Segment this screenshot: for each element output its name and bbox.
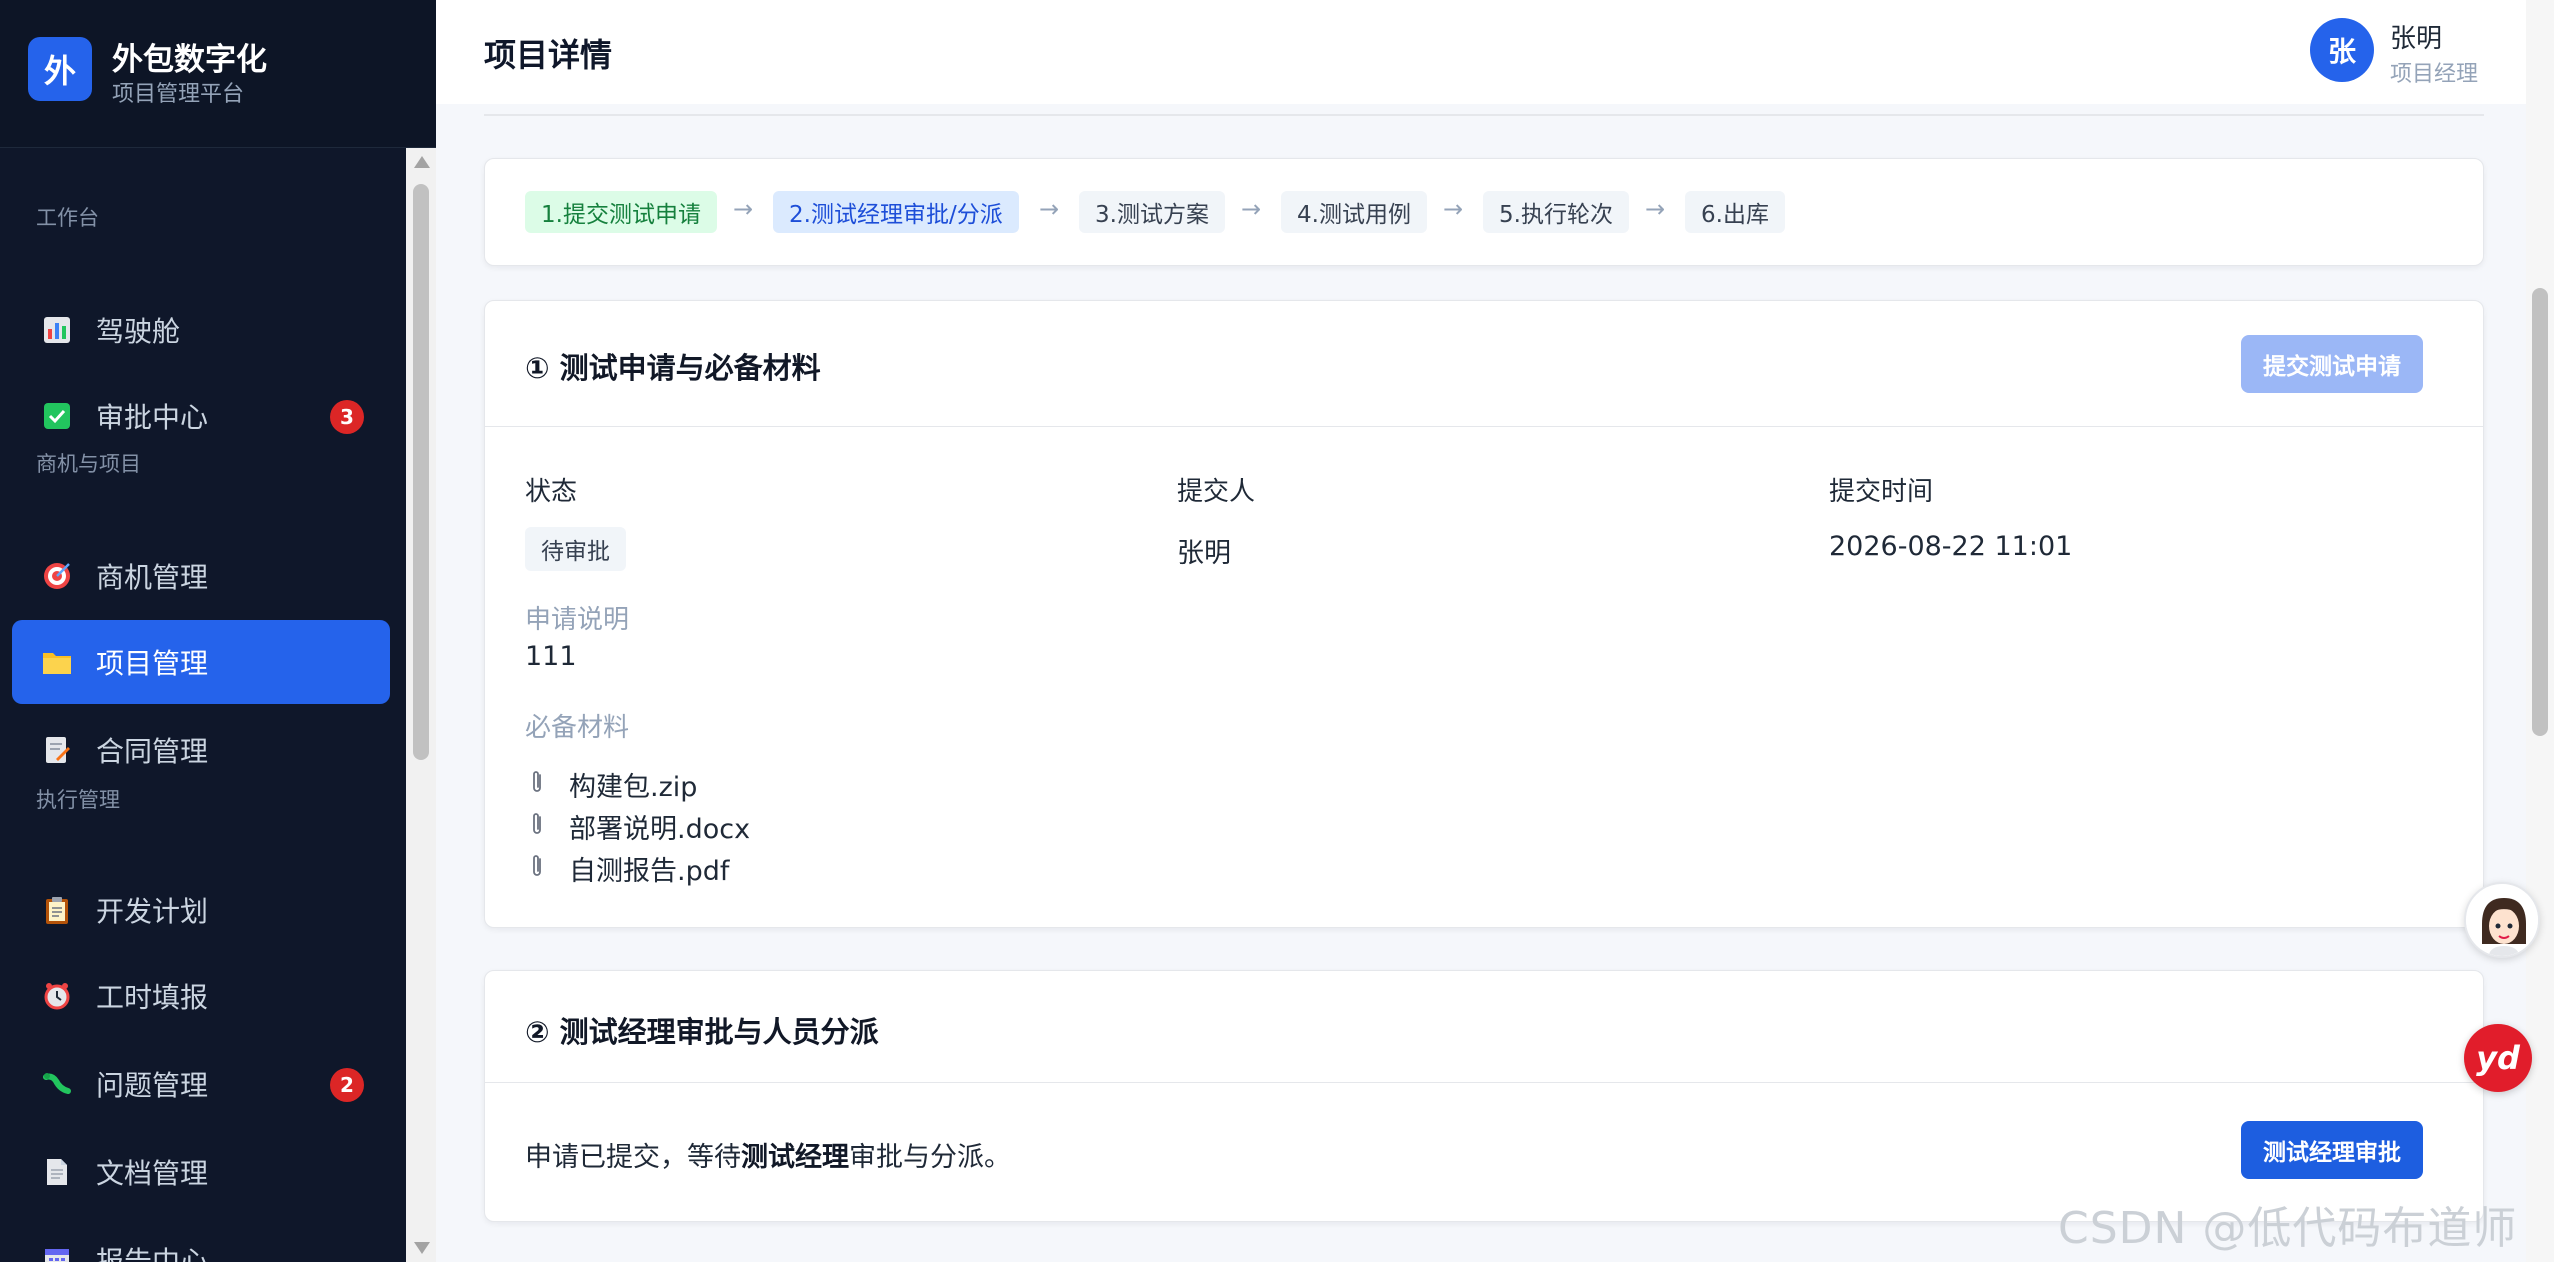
step-arrow-icon: → [1241, 195, 1262, 223]
material-file-link[interactable]: 构建包.zip [525, 765, 697, 804]
bug-icon [40, 1067, 74, 1101]
assistant-avatar-button[interactable] [2464, 882, 2540, 958]
paperclip-icon [525, 769, 549, 801]
main-scrollbar[interactable] [2526, 0, 2554, 1262]
manager-approval-card: ② 测试经理审批与人员分派 申请已提交，等待测试经理审批与分派。 测试经理审批 [484, 970, 2484, 1222]
submit-test-application-button[interactable]: 提交测试申请 [2241, 335, 2423, 393]
step-test-cases[interactable]: 4.测试用例 [1281, 191, 1427, 233]
submit-time-label: 提交时间 [1829, 477, 1934, 507]
sidebar-item-contracts[interactable]: 合同管理 [12, 708, 390, 792]
sidebar-item-timesheet[interactable]: 工时填报 [12, 954, 390, 1038]
step-arrow-icon: → [1443, 195, 1464, 223]
desc-prefix: 申请已提交，等待 [525, 1142, 741, 1173]
sidebar-item-label: 合同管理 [96, 735, 209, 768]
card-title: ② 测试经理审批与人员分派 [525, 1015, 879, 1049]
sidebar-item-projects[interactable]: 项目管理 [12, 620, 390, 704]
status-label: 状态 [525, 477, 578, 507]
submitter-value: 张明 [1177, 538, 1231, 569]
sidebar-scrollbar[interactable] [406, 148, 436, 1262]
brand-header: 外 外包数字化 项目管理平台 [0, 0, 436, 148]
submitter-label: 提交人 [1177, 477, 1256, 507]
sidebar-item-label: 报告中心 [96, 1245, 209, 1262]
header-divider [484, 114, 2484, 116]
step-arrow-icon: → [1039, 195, 1060, 223]
approval-count-badge: 3 [330, 400, 364, 434]
workflow-steps: 1.提交测试申请 → 2.测试经理审批/分派 → 3.测试方案 → 4.测试用例… [484, 158, 2484, 266]
scroll-up-arrow-icon[interactable] [414, 156, 430, 168]
nav-section-workbench: 工作台 [36, 206, 99, 230]
description-value: 111 [525, 641, 577, 672]
clipboard-icon [40, 893, 74, 927]
sidebar-item-label: 工时填报 [96, 981, 209, 1014]
clock-icon [40, 979, 74, 1013]
contract-icon [40, 733, 74, 767]
sidebar-item-label: 项目管理 [96, 647, 209, 680]
material-file-link[interactable]: 自测报告.pdf [525, 849, 729, 888]
sidebar: 外 外包数字化 项目管理平台 工作台 驾驶舱 审批中心 3 商机与项目 商机管理 [0, 0, 436, 1262]
page-title: 项目详情 [484, 36, 613, 74]
folder-icon [40, 645, 74, 679]
document-icon [40, 1155, 74, 1189]
nav-section-execution: 执行管理 [36, 788, 120, 812]
test-application-card: ① 测试申请与必备材料 提交测试申请 状态 待审批 提交人 张明 提交时间 20… [484, 300, 2484, 928]
user-avatar[interactable]: 张 [2310, 18, 2374, 82]
manager-approve-button[interactable]: 测试经理审批 [2241, 1121, 2423, 1179]
sidebar-item-label: 开发计划 [96, 895, 209, 928]
sidebar-item-documents[interactable]: 文档管理 [12, 1130, 390, 1214]
user-role: 项目经理 [2390, 62, 2479, 87]
nav-section-opportunity: 商机与项目 [36, 452, 141, 476]
target-icon [40, 559, 74, 593]
paperclip-icon [525, 853, 549, 885]
sidebar-item-opportunity[interactable]: 商机管理 [12, 534, 390, 618]
approval-status-text: 申请已提交，等待测试经理审批与分派。 [525, 1135, 1011, 1174]
watermark: CSDN @低代码布道师 [2058, 1203, 2518, 1254]
submit-time-value: 2026-08-22 11:01 [1829, 531, 2073, 562]
card-header: ① 测试申请与必备材料 提交测试申请 [485, 301, 2483, 427]
sidebar-item-label: 文档管理 [96, 1157, 209, 1190]
sidebar-item-label: 商机管理 [96, 561, 209, 594]
material-file-name: 构建包.zip [569, 772, 698, 803]
material-file-name: 自测报告.pdf [569, 856, 730, 887]
bar-chart-icon [40, 313, 74, 347]
material-file-name: 部署说明.docx [569, 814, 751, 845]
paperclip-icon [525, 811, 549, 843]
issue-count-badge: 2 [330, 1068, 364, 1102]
desc-suffix: 审批与分派。 [849, 1142, 1011, 1173]
brand-subtitle: 项目管理平台 [112, 82, 245, 107]
sidebar-item-label: 驾驶舱 [96, 315, 181, 348]
materials-label: 必备材料 [525, 713, 630, 743]
step-release[interactable]: 6.出库 [1685, 191, 1785, 233]
step-execution-rounds[interactable]: 5.执行轮次 [1483, 191, 1629, 233]
material-file-link[interactable]: 部署说明.docx [525, 807, 750, 846]
status-badge: 待审批 [525, 527, 626, 571]
yd-float-button[interactable]: yd [2464, 1024, 2532, 1092]
sidebar-nav: 工作台 驾驶舱 审批中心 3 商机与项目 商机管理 项目管理 合同管理 执行管理… [0, 148, 406, 1262]
step-submit-test[interactable]: 1.提交测试申请 [525, 191, 717, 233]
sidebar-item-reports[interactable]: 报告中心 [12, 1218, 390, 1262]
step-manager-approval[interactable]: 2.测试经理审批/分派 [773, 191, 1019, 233]
sidebar-item-approval-center[interactable]: 审批中心 3 [12, 374, 390, 458]
sidebar-item-cockpit[interactable]: 驾驶舱 [12, 288, 390, 372]
sidebar-item-dev-plan[interactable]: 开发计划 [12, 868, 390, 952]
scroll-down-arrow-icon[interactable] [414, 1242, 430, 1254]
card-header: ② 测试经理审批与人员分派 [485, 971, 2483, 1083]
user-name: 张明 [2390, 24, 2443, 54]
calendar-icon [40, 1243, 74, 1262]
description-label: 申请说明 [525, 605, 630, 635]
sidebar-scroll-thumb[interactable] [413, 184, 429, 760]
check-box-icon [40, 399, 74, 433]
step-arrow-icon: → [733, 195, 754, 223]
sidebar-item-issues[interactable]: 问题管理 2 [12, 1042, 390, 1126]
main-scroll-thumb[interactable] [2532, 288, 2548, 736]
page-header: 项目详情 张 张明 项目经理 [436, 0, 2526, 104]
card-title: ① 测试申请与必备材料 [525, 351, 821, 385]
step-arrow-icon: → [1645, 195, 1666, 223]
brand-title: 外包数字化 [112, 42, 267, 78]
brand-logo: 外 [28, 37, 92, 101]
desc-bold: 测试经理 [741, 1142, 849, 1173]
step-test-plan[interactable]: 3.测试方案 [1079, 191, 1225, 233]
